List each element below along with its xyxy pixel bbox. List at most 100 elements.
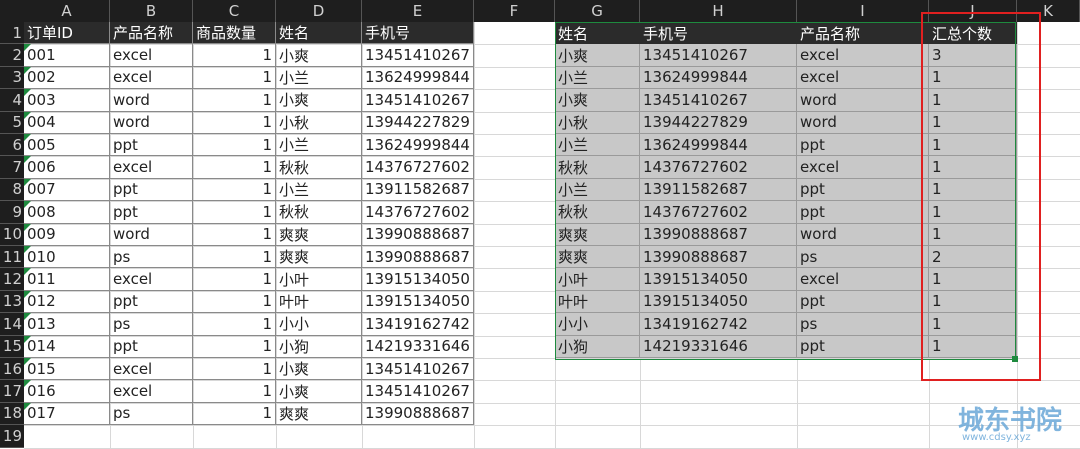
right-data-cell[interactable]: ppt xyxy=(797,134,929,157)
left-data-cell[interactable]: 叶叶 xyxy=(276,290,362,314)
left-data-cell[interactable]: 小兰 xyxy=(276,134,362,157)
left-data-cell[interactable]: 011 xyxy=(24,268,110,291)
left-data-cell[interactable]: 1 xyxy=(193,268,276,291)
right-data-cell[interactable]: 13419162742 xyxy=(640,313,797,336)
left-data-cell[interactable]: excel xyxy=(110,380,193,403)
left-data-cell[interactable]: 1 xyxy=(193,201,276,224)
right-data-cell[interactable]: 1 xyxy=(929,313,1017,336)
left-data-cell[interactable]: ppt xyxy=(110,178,193,202)
left-data-cell[interactable]: 005 xyxy=(24,134,110,157)
right-data-cell[interactable]: 13944227829 xyxy=(640,111,797,134)
right-data-cell[interactable]: 1 xyxy=(929,111,1017,134)
left-data-cell[interactable]: 13451410267 xyxy=(362,89,474,112)
right-header-cell[interactable]: 姓名 xyxy=(555,22,640,45)
right-data-cell[interactable]: ps xyxy=(797,313,929,336)
right-data-cell[interactable]: excel xyxy=(797,66,929,90)
right-data-cell[interactable]: 1 xyxy=(929,335,1017,358)
right-data-cell[interactable]: ppt xyxy=(797,178,929,202)
select-all-corner[interactable] xyxy=(0,0,24,22)
row-header-11[interactable]: 11 xyxy=(0,246,24,269)
right-data-cell[interactable]: 小兰 xyxy=(555,134,640,157)
row-header-14[interactable]: 14 xyxy=(0,313,24,336)
left-data-cell[interactable]: 13944227829 xyxy=(362,111,474,134)
right-data-cell[interactable]: excel xyxy=(797,156,929,179)
left-data-cell[interactable]: 爽爽 xyxy=(276,223,362,246)
right-data-cell[interactable]: 13624999844 xyxy=(640,134,797,157)
left-data-cell[interactable]: 13624999844 xyxy=(362,134,474,157)
left-data-cell[interactable]: ps xyxy=(110,313,193,336)
left-data-cell[interactable]: 1 xyxy=(193,223,276,246)
right-data-cell[interactable]: ps xyxy=(797,246,929,269)
row-header-19[interactable]: 19 xyxy=(0,425,24,448)
left-data-cell[interactable]: 012 xyxy=(24,290,110,314)
right-data-cell[interactable]: 小兰 xyxy=(555,66,640,90)
row-header-1[interactable]: 1 xyxy=(0,22,24,45)
left-data-cell[interactable]: 爽爽 xyxy=(276,402,362,426)
left-header-cell[interactable]: 姓名 xyxy=(276,22,362,45)
left-data-cell[interactable]: 016 xyxy=(24,380,110,403)
right-data-cell[interactable]: excel xyxy=(797,268,929,291)
left-data-cell[interactable]: 015 xyxy=(24,358,110,381)
column-header-h[interactable]: H xyxy=(640,0,797,22)
left-data-cell[interactable]: ps xyxy=(110,402,193,426)
right-data-cell[interactable]: 小爽 xyxy=(555,89,640,112)
left-data-cell[interactable]: 小叶 xyxy=(276,268,362,291)
right-data-cell[interactable]: 13451410267 xyxy=(640,44,797,67)
column-header-b[interactable]: B xyxy=(110,0,193,22)
left-data-cell[interactable]: 13451410267 xyxy=(362,380,474,403)
left-header-cell[interactable]: 订单ID xyxy=(24,22,110,45)
right-data-cell[interactable]: 14376727602 xyxy=(640,156,797,179)
row-header-8[interactable]: 8 xyxy=(0,178,24,202)
left-data-cell[interactable]: 小小 xyxy=(276,313,362,336)
left-data-cell[interactable]: word xyxy=(110,89,193,112)
right-data-cell[interactable]: 小兰 xyxy=(555,178,640,202)
left-data-cell[interactable]: 017 xyxy=(24,402,110,426)
row-header-4[interactable]: 4 xyxy=(0,89,24,112)
left-data-cell[interactable]: 小秋 xyxy=(276,111,362,134)
left-data-cell[interactable]: word xyxy=(110,111,193,134)
column-header-j[interactable]: J xyxy=(929,0,1017,22)
right-data-cell[interactable]: excel xyxy=(797,44,929,67)
left-data-cell[interactable]: 007 xyxy=(24,178,110,202)
left-data-cell[interactable]: 13451410267 xyxy=(362,44,474,67)
left-header-cell[interactable]: 产品名称 xyxy=(110,22,193,45)
left-data-cell[interactable]: 14376727602 xyxy=(362,201,474,224)
right-data-cell[interactable]: 13624999844 xyxy=(640,66,797,90)
left-data-cell[interactable]: 1 xyxy=(193,402,276,426)
left-data-cell[interactable]: 1 xyxy=(193,89,276,112)
row-header-7[interactable]: 7 xyxy=(0,156,24,179)
left-data-cell[interactable]: 013 xyxy=(24,313,110,336)
left-data-cell[interactable]: 13915134050 xyxy=(362,290,474,314)
fill-handle[interactable] xyxy=(1012,356,1018,362)
left-data-cell[interactable]: 小爽 xyxy=(276,44,362,67)
left-data-cell[interactable]: ppt xyxy=(110,335,193,358)
right-data-cell[interactable]: 1 xyxy=(929,156,1017,179)
right-data-cell[interactable]: 1 xyxy=(929,89,1017,112)
left-data-cell[interactable]: excel xyxy=(110,268,193,291)
row-header-10[interactable]: 10 xyxy=(0,223,24,246)
left-data-cell[interactable]: excel xyxy=(110,66,193,90)
right-header-cell[interactable]: 汇总个数 xyxy=(929,22,1017,45)
left-data-cell[interactable]: 001 xyxy=(24,44,110,67)
column-header-k[interactable]: K xyxy=(1017,0,1080,22)
left-data-cell[interactable]: 小爽 xyxy=(276,380,362,403)
right-data-cell[interactable]: ppt xyxy=(797,335,929,358)
row-header-15[interactable]: 15 xyxy=(0,335,24,358)
left-data-cell[interactable]: 小兰 xyxy=(276,178,362,202)
right-data-cell[interactable]: 3 xyxy=(929,44,1017,67)
right-header-cell[interactable]: 产品名称 xyxy=(797,22,929,45)
left-data-cell[interactable]: 秋秋 xyxy=(276,156,362,179)
left-data-cell[interactable]: 小兰 xyxy=(276,66,362,90)
column-header-e[interactable]: E xyxy=(362,0,474,22)
right-data-cell[interactable]: 1 xyxy=(929,290,1017,314)
right-data-cell[interactable]: 1 xyxy=(929,134,1017,157)
left-data-cell[interactable]: ps xyxy=(110,246,193,269)
left-data-cell[interactable]: 1 xyxy=(193,335,276,358)
left-data-cell[interactable]: 13451410267 xyxy=(362,358,474,381)
left-data-cell[interactable]: 13911582687 xyxy=(362,178,474,202)
left-data-cell[interactable]: 1 xyxy=(193,44,276,67)
row-header-5[interactable]: 5 xyxy=(0,111,24,134)
left-data-cell[interactable]: 1 xyxy=(193,66,276,90)
right-data-cell[interactable]: 13911582687 xyxy=(640,178,797,202)
left-data-cell[interactable]: 1 xyxy=(193,111,276,134)
